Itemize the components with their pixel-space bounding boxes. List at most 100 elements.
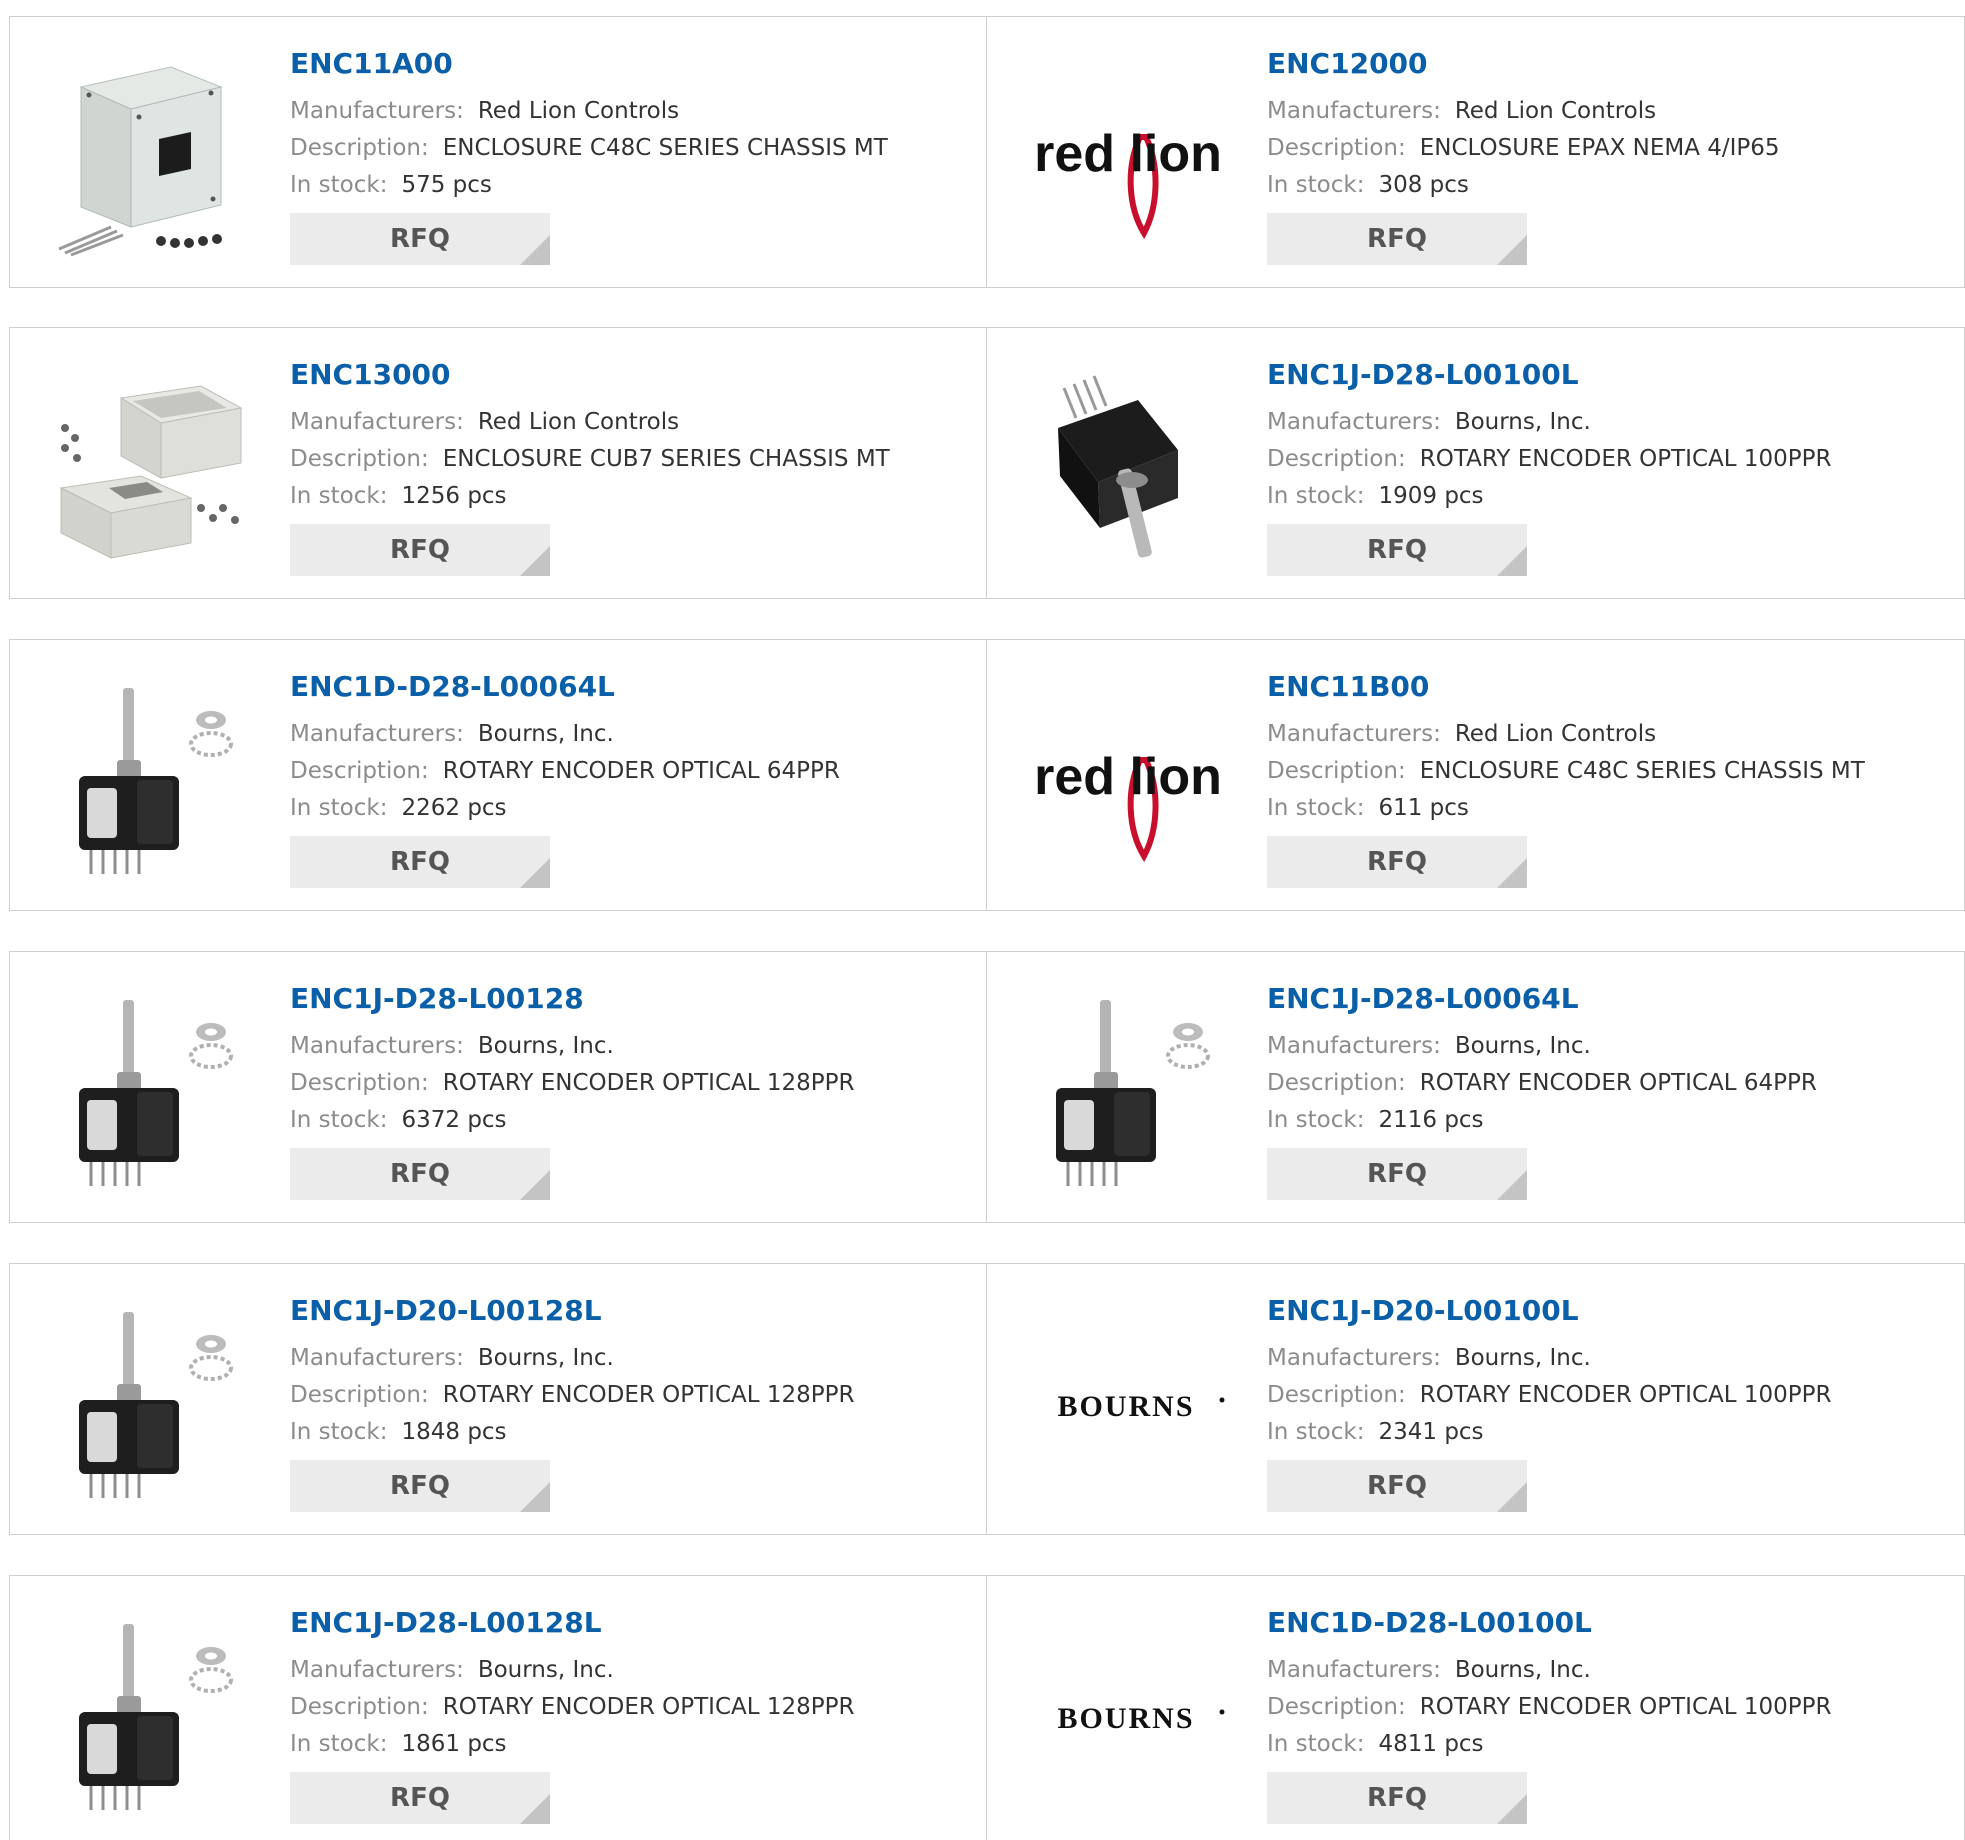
rfq-label: RFQ [390, 535, 450, 565]
part-number-link[interactable]: ENC1D-D28-L00100L [1267, 1606, 1927, 1640]
rfq-label: RFQ [1367, 1159, 1427, 1189]
rfq-button[interactable]: RFQ [1267, 1460, 1527, 1512]
enclosure-open-image[interactable] [50, 368, 252, 568]
encoder-with-shaft-image[interactable] [1027, 992, 1229, 1192]
corner-triangle-icon [520, 235, 550, 265]
description-value: ROTARY ENCODER OPTICAL 128PPR [442, 1070, 855, 1096]
part-number-link[interactable]: ENC1J-D28-L00100L [1267, 358, 1927, 392]
product-info: ENC12000 Manufacturers: Red Lion Controls D… [1267, 47, 1927, 265]
part-number-link[interactable]: ENC1J-D28-L00128L [290, 1606, 950, 1640]
encoder-with-shaft-image[interactable] [50, 680, 252, 880]
bourns-logo[interactable]: BOURNS [1027, 1616, 1229, 1816]
red-lion-logo[interactable]: red lion [1027, 680, 1229, 880]
description-value: ROTARY ENCODER OPTICAL 128PPR [442, 1382, 855, 1408]
manufacturer-value: Bourns, Inc. [477, 1345, 614, 1371]
black-encoder-image[interactable] [1027, 368, 1229, 568]
part-number-link[interactable]: ENC11B00 [1267, 670, 1927, 704]
rfq-button[interactable]: RFQ [1267, 1772, 1527, 1824]
red-lion-logo[interactable]: red lion [1027, 57, 1229, 257]
manufacturer-value: Bourns, Inc. [477, 721, 614, 747]
manufacturer-label: Manufacturers: [1267, 721, 1441, 747]
manufacturer-label: Manufacturers: [1267, 1345, 1441, 1371]
part-number-link[interactable]: ENC1D-D28-L00064L [290, 670, 950, 704]
product-row: ENC1D-D28-L00064L Manufacturers: Bourns, I… [9, 639, 1965, 911]
rfq-label: RFQ [390, 1783, 450, 1813]
svg-text:BOURNS: BOURNS [1057, 1390, 1194, 1423]
stock-line: In stock: 2116 pcs [1267, 1102, 1927, 1139]
product-row: ENC11A00 Manufacturers: Red Lion Controls D… [9, 16, 1965, 288]
stock-line: In stock: 1848 pcs [290, 1414, 950, 1451]
encoder-with-shaft-image[interactable] [50, 1616, 252, 1816]
part-number-link[interactable]: ENC11A00 [290, 47, 950, 81]
manufacturer-value: Bourns, Inc. [1454, 1033, 1591, 1059]
rfq-button[interactable]: RFQ [290, 213, 550, 265]
stock-value: 4811 pcs [1378, 1731, 1484, 1757]
manufacturer-label: Manufacturers: [1267, 1033, 1441, 1059]
encoder-with-shaft-image[interactable] [50, 992, 252, 1192]
description-line: Description: ROTARY ENCODER OPTICAL 128PP… [290, 1689, 950, 1726]
product-info: ENC1J-D20-L00128L Manufacturers: Bourns, I… [290, 1294, 950, 1512]
encoder-with-shaft-image[interactable] [50, 1304, 252, 1504]
rfq-button[interactable]: RFQ [1267, 836, 1527, 888]
manufacturer-line: Manufacturers: Bourns, Inc. [1267, 1340, 1927, 1377]
product-card: ENC1D-D28-L00064L Manufacturers: Bourns, I… [10, 640, 987, 910]
description-line: Description: ROTARY ENCODER OPTICAL 100PP… [1267, 1377, 1927, 1414]
stock-value: 2262 pcs [401, 795, 507, 821]
manufacturer-value: Red Lion Controls [1454, 98, 1657, 124]
part-number-link[interactable]: ENC1J-D20-L00128L [290, 1294, 950, 1328]
enclosure-box-image[interactable] [50, 57, 252, 257]
manufacturer-line: Manufacturers: Bourns, Inc. [1267, 1028, 1927, 1065]
description-value: ENCLOSURE EPAX NEMA 4/IP65 [1419, 135, 1780, 161]
part-number-link[interactable]: ENC13000 [290, 358, 950, 392]
svg-text:red lion: red lion [1034, 748, 1222, 806]
manufacturer-value: Bourns, Inc. [1454, 409, 1591, 435]
stock-line: In stock: 575 pcs [290, 167, 950, 204]
manufacturer-label: Manufacturers: [290, 409, 464, 435]
manufacturer-value: Bourns, Inc. [477, 1033, 614, 1059]
description-line: Description: ENCLOSURE C48C SERIES CHASSI… [290, 130, 950, 167]
manufacturer-value: Red Lion Controls [477, 98, 680, 124]
bourns-logo[interactable]: BOURNS [1027, 1304, 1229, 1504]
manufacturer-line: Manufacturers: Bourns, Inc. [290, 1340, 950, 1377]
rfq-button[interactable]: RFQ [290, 836, 550, 888]
rfq-button[interactable]: RFQ [1267, 1148, 1527, 1200]
stock-line: In stock: 2262 pcs [290, 790, 950, 827]
product-card: BOURNS ENC1J-D20-L00100L Manufacturers: Bou… [987, 1264, 1964, 1534]
description-line: Description: ENCLOSURE EPAX NEMA 4/IP65 [1267, 130, 1927, 167]
description-label: Description: [1267, 446, 1406, 472]
manufacturer-line: Manufacturers: Bourns, Inc. [1267, 404, 1927, 441]
product-row: ENC1J-D28-L00128L Manufacturers: Bourns, I… [9, 1575, 1965, 1840]
manufacturer-label: Manufacturers: [290, 1657, 464, 1683]
rfq-button[interactable]: RFQ [1267, 213, 1527, 265]
stock-line: In stock: 1909 pcs [1267, 478, 1927, 515]
stock-line: In stock: 1256 pcs [290, 478, 950, 515]
corner-triangle-icon [520, 1794, 550, 1824]
product-card: red lion ENC11B00 Manufacturers: Red Lion C… [987, 640, 1964, 910]
manufacturer-value: Bourns, Inc. [1454, 1345, 1591, 1371]
product-info: ENC1D-D28-L00100L Manufacturers: Bourns, I… [1267, 1606, 1927, 1824]
stock-label: In stock: [290, 1731, 388, 1757]
product-card: red lion ENC12000 Manufacturers: Red Lion C… [987, 17, 1964, 287]
product-row: ENC13000 Manufacturers: Red Lion Controls D… [9, 327, 1965, 599]
manufacturer-label: Manufacturers: [290, 721, 464, 747]
part-number-link[interactable]: ENC1J-D20-L00100L [1267, 1294, 1927, 1328]
rfq-button[interactable]: RFQ [290, 524, 550, 576]
part-number-link[interactable]: ENC1J-D28-L00128 [290, 982, 950, 1016]
stock-value: 1909 pcs [1378, 483, 1484, 509]
rfq-button[interactable]: RFQ [290, 1460, 550, 1512]
description-line: Description: ROTARY ENCODER OPTICAL 64PPR [1267, 1065, 1927, 1102]
manufacturer-value: Red Lion Controls [1454, 721, 1657, 747]
part-number-link[interactable]: ENC12000 [1267, 47, 1927, 81]
rfq-button[interactable]: RFQ [290, 1148, 550, 1200]
manufacturer-label: Manufacturers: [290, 98, 464, 124]
part-number-link[interactable]: ENC1J-D28-L00064L [1267, 982, 1927, 1016]
stock-value: 2341 pcs [1378, 1419, 1484, 1445]
corner-triangle-icon [1497, 235, 1527, 265]
product-row: ENC1J-D20-L00128L Manufacturers: Bourns, I… [9, 1263, 1965, 1535]
product-card: ENC1J-D28-L00128 Manufacturers: Bourns, In… [10, 952, 987, 1222]
description-value: ROTARY ENCODER OPTICAL 64PPR [1419, 1070, 1817, 1096]
rfq-button[interactable]: RFQ [290, 1772, 550, 1824]
manufacturer-line: Manufacturers: Bourns, Inc. [1267, 1652, 1927, 1689]
manufacturer-line: Manufacturers: Red Lion Controls [290, 93, 950, 130]
rfq-button[interactable]: RFQ [1267, 524, 1527, 576]
